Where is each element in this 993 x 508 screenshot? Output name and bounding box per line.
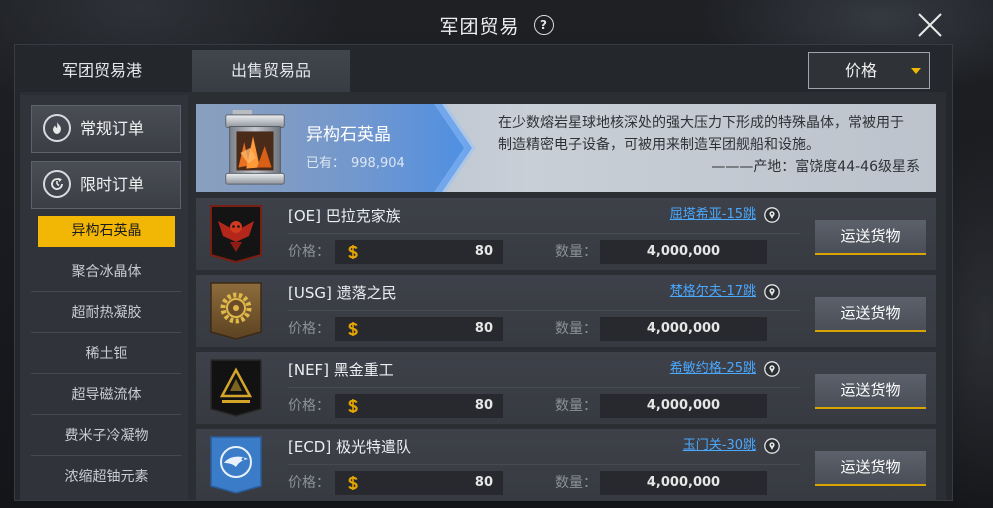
location-link[interactable]: 玉门关-30跳 [683,437,756,455]
quantity-value: 4,000,000 [646,321,721,336]
sidebar-item-label: 稀土钷 [85,346,128,362]
gold-gear-emblem [210,282,262,340]
category-regular-orders[interactable]: 常规订单 [31,105,181,153]
title-bar: 军团贸易 ? [0,5,993,45]
quantity-field: 4,000,000 [600,471,767,495]
location-pin-icon[interactable] [764,284,780,300]
quantity-label: 数量： [555,398,597,414]
tab-sell-trade-goods[interactable]: 出售贸易品 [192,50,350,92]
caret-down-icon [911,68,921,74]
quantity-field: 4,000,000 [600,317,767,341]
order-row: [OE] 巴拉克家族 屈塔希亚-15跳 价格： 80 数量： 4,000,000… [196,198,936,270]
gold-coin-icon [348,399,358,413]
close-icon[interactable] [917,12,943,38]
help-icon[interactable]: ? [533,15,554,35]
gold-coin-icon [348,476,358,490]
row-divider [288,310,800,311]
ore-canister-icon [225,109,285,185]
category-limited-orders[interactable]: 限时订单 [31,161,181,209]
sort-dropdown-value: 价格 [844,61,877,80]
sidebar-item-fermionic-condensate[interactable]: 费米子冷凝物 [31,415,181,456]
quantity-value: 4,000,000 [646,398,721,413]
sidebar-item-label: 浓缩超铀元素 [64,469,149,485]
quantity-value: 4,000,000 [646,244,721,259]
sidebar-item-transuranic[interactable]: 浓缩超铀元素 [31,456,181,497]
item-name: 异构石英晶 [306,125,391,145]
row-divider [288,464,800,465]
quantity-label: 数量： [555,475,597,491]
description-line: 在少数熔岩星球地核深处的强大压力下形成的特殊晶体，常被用于 [498,115,904,131]
item-detail-card: 异构石英晶 已有： 998,904 在少数熔岩星球地核深处的强大压力下形成的特殊晶… [196,104,936,192]
owned-label: 已有： [306,156,346,171]
deliver-goods-button[interactable]: 运送货物 [815,220,926,255]
window-title: 军团贸易 [439,15,520,38]
sidebar-item-label: 异构石英晶 [38,216,175,247]
price-field: 80 [335,394,503,418]
location-pin-icon[interactable] [764,361,780,377]
price-label: 价格： [288,321,330,337]
item-origin: ———产地：富饶度44-46级星系 [711,159,920,175]
price-value: 80 [474,244,493,259]
clock-icon [43,170,71,198]
price-label: 价格： [288,398,330,414]
price-value: 80 [474,398,493,413]
red-eagle-emblem [210,205,262,263]
category-label: 常规订单 [80,119,145,138]
location-pin-icon[interactable] [764,438,780,454]
sort-dropdown[interactable]: 价格 [808,52,930,89]
price-field: 80 [335,240,503,264]
quantity-value: 4,000,000 [646,475,721,490]
gold-coin-icon [348,245,358,259]
corp-name: [OE] 巴拉克家族 [288,207,401,225]
order-row: [USG] 遗落之民 梵格尔夫-17跳 价格： 80 数量： 4,000,000… [196,275,936,347]
item-description: 在少数熔岩星球地核深处的强大压力下形成的特殊晶体，常被用于 制造精密电子设备，可… [498,112,928,156]
deliver-goods-button[interactable]: 运送货物 [815,374,926,409]
category-label: 限时订单 [80,175,145,194]
quantity-label: 数量： [555,321,597,337]
quantity-field: 4,000,000 [600,394,767,418]
corp-name: [NEF] 黑金重工 [288,361,394,379]
location-link[interactable]: 希敏约格-25跳 [670,360,756,378]
price-label: 价格： [288,244,330,260]
order-row: [ECD] 极光特遣队 玉门关-30跳 价格： 80 数量： 4,000,000… [196,429,936,501]
tab-corp-trade-port[interactable]: 军团贸易港 [14,50,190,92]
gold-coin-icon [348,322,358,336]
deliver-goods-button[interactable]: 运送货物 [815,297,926,332]
item-owned: 已有： 998,904 [306,152,411,171]
sidebar-item-isomorphic-quartz[interactable]: 异构石英晶 [31,210,181,251]
location-link[interactable]: 屈塔希亚-15跳 [670,206,756,224]
corp-name: [ECD] 极光特遣队 [288,438,411,456]
location-link[interactable]: 梵格尔夫-17跳 [670,283,756,301]
gold-triangle-emblem [210,359,262,417]
sidebar-item-label: 超耐热凝胶 [71,305,142,321]
sidebar-item-heat-gel[interactable]: 超耐热凝胶 [31,292,181,333]
sidebar-item-label: 超导磁流体 [71,387,142,403]
flame-icon [43,114,71,142]
owned-value: 998,904 [351,156,405,171]
deliver-goods-button[interactable]: 运送货物 [815,451,926,486]
price-value: 80 [474,475,493,490]
blue-aurora-emblem [210,436,262,494]
order-row: [NEF] 黑金重工 希敏约格-25跳 价格： 80 数量： 4,000,000… [196,352,936,424]
sidebar-item-label: 聚合冰晶体 [71,264,142,280]
price-value: 80 [474,321,493,336]
corp-name: [USG] 遗落之民 [288,284,397,302]
sidebar-item-polymer-ice[interactable]: 聚合冰晶体 [31,251,181,292]
sidebar-item-ferrofluid[interactable]: 超导磁流体 [31,374,181,415]
price-field: 80 [335,317,503,341]
price-label: 价格： [288,475,330,491]
row-divider [288,387,800,388]
sidebar-item-promethium[interactable]: 稀土钷 [31,333,181,374]
quantity-label: 数量： [555,244,597,260]
quantity-field: 4,000,000 [600,240,767,264]
location-pin-icon[interactable] [764,207,780,223]
price-field: 80 [335,471,503,495]
sidebar-item-label: 费米子冷凝物 [64,428,149,444]
description-line: 制造精密电子设备，可被用来制造军团舰船和设施。 [498,137,820,153]
row-divider [288,233,800,234]
